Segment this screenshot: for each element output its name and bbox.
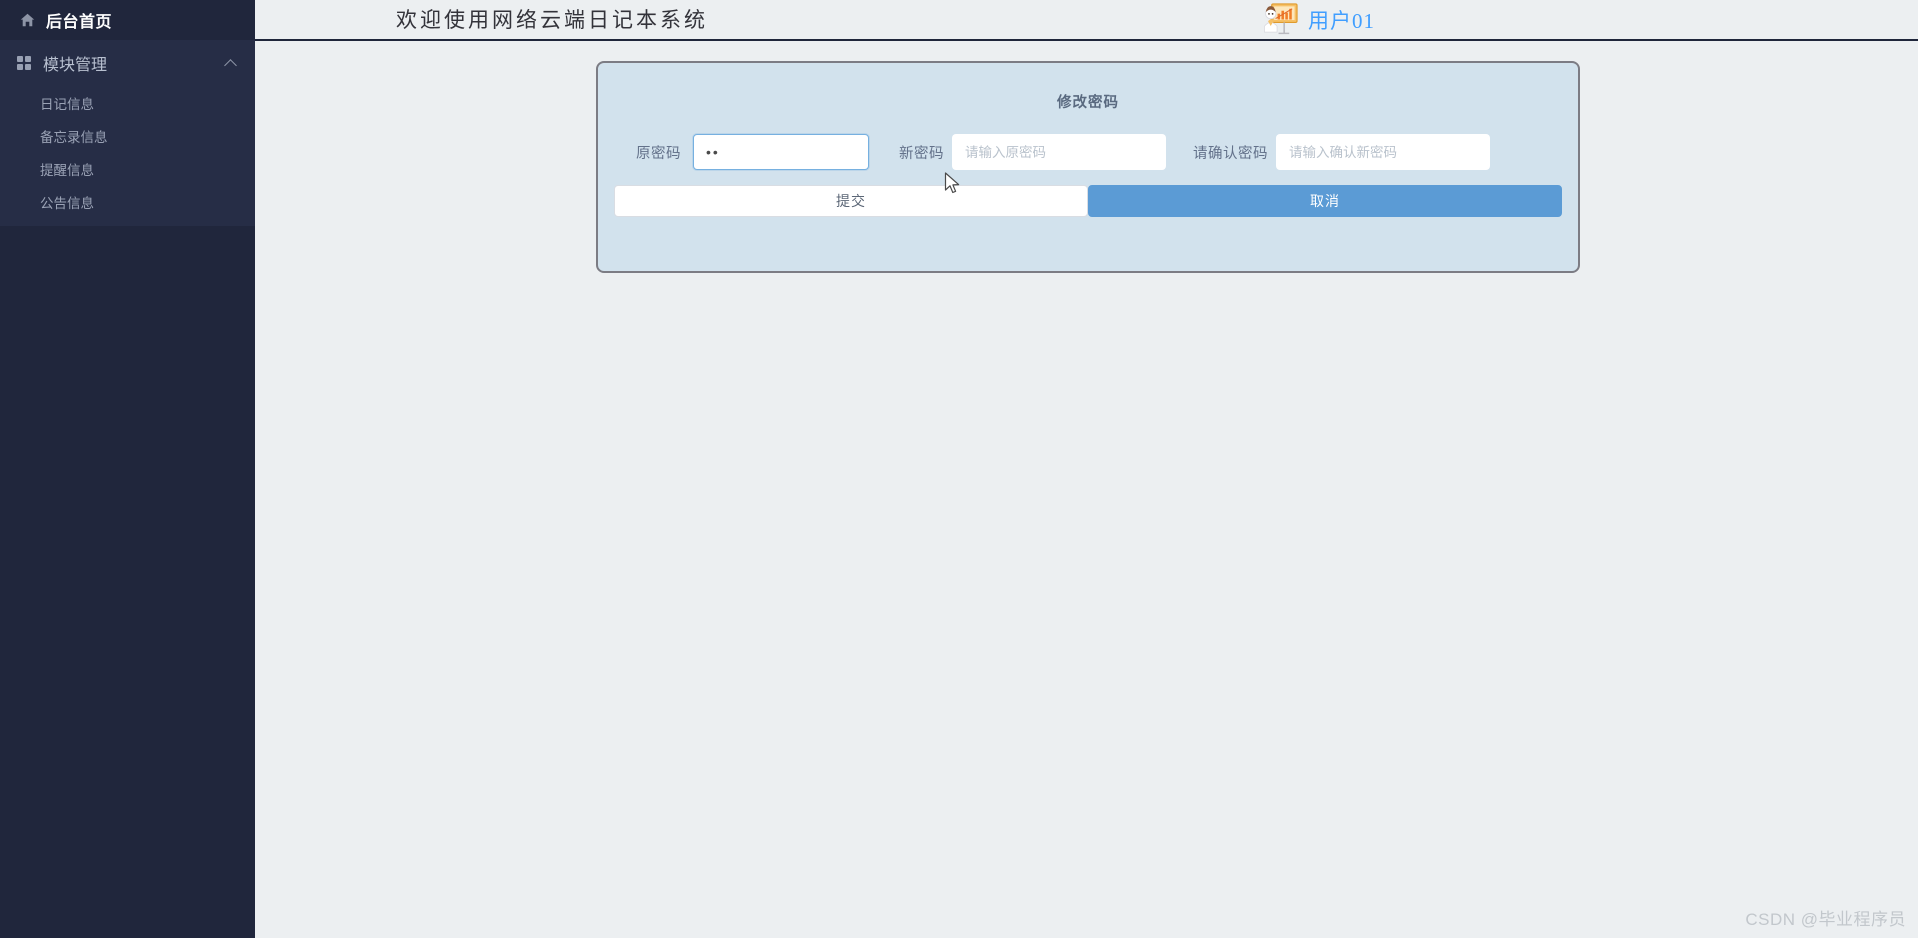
sidebar-item-memo[interactable]: 备忘录信息: [0, 119, 255, 152]
submit-button[interactable]: 提交: [614, 185, 1088, 217]
watermark: CSDN @毕业程序员: [1745, 910, 1906, 929]
field-label-new-password: 新密码: [899, 145, 944, 162]
field-label-confirm-password: 请确认密码: [1193, 145, 1268, 162]
grid-icon: [17, 56, 31, 70]
sidebar-group-label: 模块管理: [43, 57, 108, 74]
field-original-password: 原密码: [636, 134, 869, 170]
sidebar-item-home[interactable]: 后台首页: [0, 0, 255, 40]
top-header: 欢迎使用网络云端日记本系统 用户01: [255, 0, 1918, 41]
original-password-input[interactable]: [693, 134, 869, 170]
user-menu[interactable]: 用户01: [1260, 0, 1375, 39]
sidebar-item-label: 公告信息: [40, 195, 94, 211]
user-presentation-avatar-icon: [1264, 3, 1298, 35]
sidebar-item-reminder[interactable]: 提醒信息: [0, 152, 255, 185]
password-form: 原密码 新密码 请确认密码: [598, 131, 1582, 173]
confirm-password-input[interactable]: [1276, 134, 1490, 170]
cancel-button[interactable]: 取消: [1088, 185, 1562, 217]
sidebar-group-header[interactable]: 模块管理: [0, 40, 255, 86]
page-title: 欢迎使用网络云端日记本系统: [396, 8, 708, 32]
sidebar-group-modules: 模块管理 日记信息 备忘录信息 提醒信息 公告信息: [0, 40, 255, 226]
sidebar-item-label: 提醒信息: [40, 162, 94, 178]
main-content: 修改密码 原密码 新密码 请确认密码 提交 取消: [255, 43, 1918, 938]
card-title: 修改密码: [1057, 95, 1119, 111]
sidebar-item-announcement[interactable]: 公告信息: [0, 185, 255, 218]
new-password-input[interactable]: [952, 134, 1166, 170]
sidebar: 后台首页 模块管理 日记信息 备忘录信息 提醒信息 公告信息: [0, 0, 255, 938]
field-new-password: 新密码: [899, 134, 1166, 170]
field-confirm-password: 请确认密码: [1193, 134, 1490, 170]
sidebar-item-label: 日记信息: [40, 96, 94, 112]
sidebar-item-diary[interactable]: 日记信息: [0, 86, 255, 119]
card-actions: 提交 取消: [614, 185, 1562, 217]
chevron-up-icon[interactable]: [225, 57, 237, 69]
sidebar-item-label: 备忘录信息: [40, 129, 108, 145]
change-password-card: 修改密码 原密码 新密码 请确认密码 提交 取消: [596, 61, 1580, 273]
sidebar-home-label: 后台首页: [46, 14, 113, 31]
username-label: 用户01: [1308, 8, 1375, 33]
home-icon: [20, 13, 35, 27]
field-label-original-password: 原密码: [636, 145, 681, 162]
